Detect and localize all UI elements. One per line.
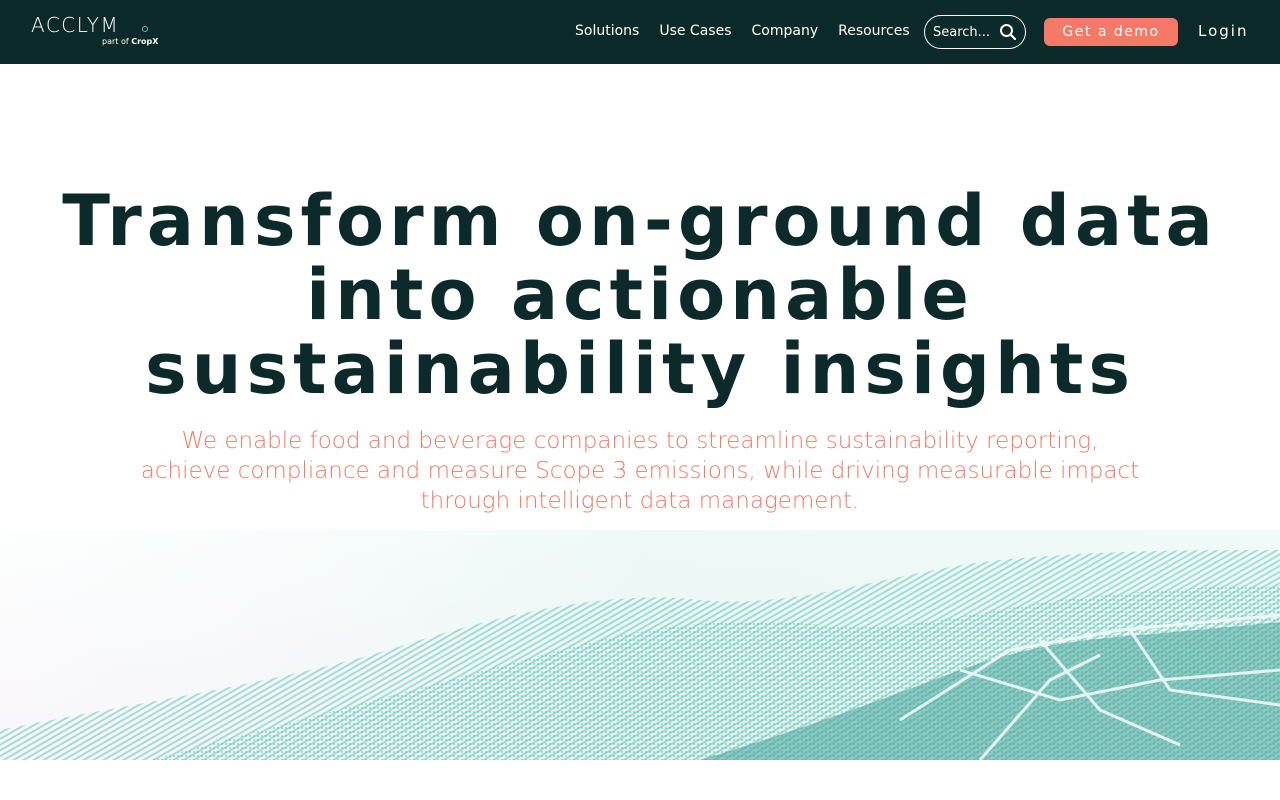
hero-subtitle-line-3: through intelligent data management. — [420, 488, 860, 514]
logo-tagline-prefix: part of — [102, 37, 132, 46]
hero-subtitle-line-1: We enable food and beverage companies to… — [181, 428, 1099, 454]
nav-item-company[interactable]: Company — [752, 23, 819, 39]
page: ACCLYM part of CropX Solutions Use Cases… — [0, 0, 1280, 800]
login-link[interactable]: Login — [1198, 22, 1248, 40]
search-icon[interactable] — [999, 23, 1017, 41]
hero-subtitle-line-2: achieve compliance and measure Scope 3 e… — [140, 458, 1140, 484]
hero-title-line-3: sustainability insights — [144, 328, 1136, 410]
site-header: ACCLYM part of CropX Solutions Use Cases… — [0, 0, 1280, 64]
logo-tagline: part of CropX — [102, 37, 158, 47]
logo-dot-icon — [142, 26, 148, 32]
hero-subtitle: We enable food and beverage companies to… — [130, 426, 1150, 516]
search-box — [924, 15, 1026, 49]
acclym-logo[interactable]: ACCLYM part of CropX — [31, 13, 158, 50]
main-nav: Solutions Use Cases Company Resources — [575, 0, 930, 64]
hero-title-line-2: into actionable — [306, 254, 974, 336]
logo-tagline-brand: CropX — [131, 37, 159, 46]
nav-item-solutions[interactable]: Solutions — [575, 23, 639, 39]
nav-item-resources[interactable]: Resources — [838, 23, 910, 39]
hero-terrain-illustration — [0, 530, 1280, 760]
hero-title: Transform on-ground data into actionable… — [40, 184, 1240, 406]
search-input[interactable] — [933, 24, 993, 40]
get-demo-button[interactable]: Get a demo — [1044, 18, 1178, 46]
logo-wordmark: ACCLYM — [31, 13, 120, 37]
hero-title-line-1: Transform on-ground data — [62, 180, 1218, 262]
nav-item-use-cases[interactable]: Use Cases — [659, 23, 731, 39]
